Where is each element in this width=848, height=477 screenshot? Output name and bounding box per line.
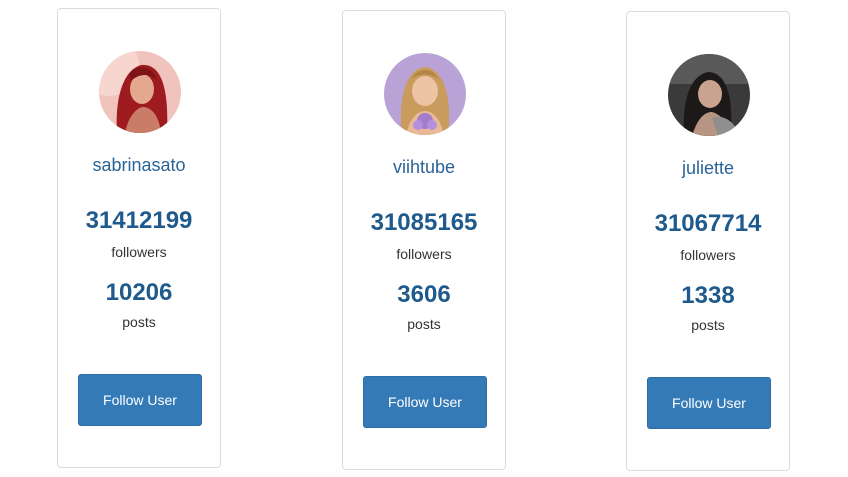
followers-count: 31085165 xyxy=(370,209,478,236)
username[interactable]: sabrinasato xyxy=(58,155,220,176)
avatar[interactable] xyxy=(384,53,466,135)
posts-label: posts xyxy=(407,316,441,332)
posts-label: posts xyxy=(122,314,156,330)
followers-label: followers xyxy=(680,247,736,263)
posts-count: 10206 xyxy=(105,279,173,306)
follow-user-button[interactable]: Follow User xyxy=(647,377,771,429)
followers-label: followers xyxy=(111,244,167,260)
avatar[interactable] xyxy=(668,54,750,136)
user-card-viihtube: viihtube 31085165 followers 3606 posts F… xyxy=(342,10,506,470)
user-card-juliette: juliette 31067714 followers 1338 posts F… xyxy=(626,11,790,471)
posts-count: 1338 xyxy=(681,282,735,309)
followers-count: 31067714 xyxy=(654,210,762,237)
posts-label: posts xyxy=(691,317,725,333)
username[interactable]: viihtube xyxy=(343,157,505,178)
user-card-sabrinasato: sabrinasato 31412199 followers 10206 pos… xyxy=(57,8,221,468)
avatar[interactable] xyxy=(99,51,181,133)
followers-count: 31412199 xyxy=(85,207,193,234)
follow-user-button[interactable]: Follow User xyxy=(78,374,202,426)
follow-user-button[interactable]: Follow User xyxy=(363,376,487,428)
posts-count: 3606 xyxy=(397,281,451,308)
followers-label: followers xyxy=(396,246,452,262)
username[interactable]: juliette xyxy=(627,158,789,179)
